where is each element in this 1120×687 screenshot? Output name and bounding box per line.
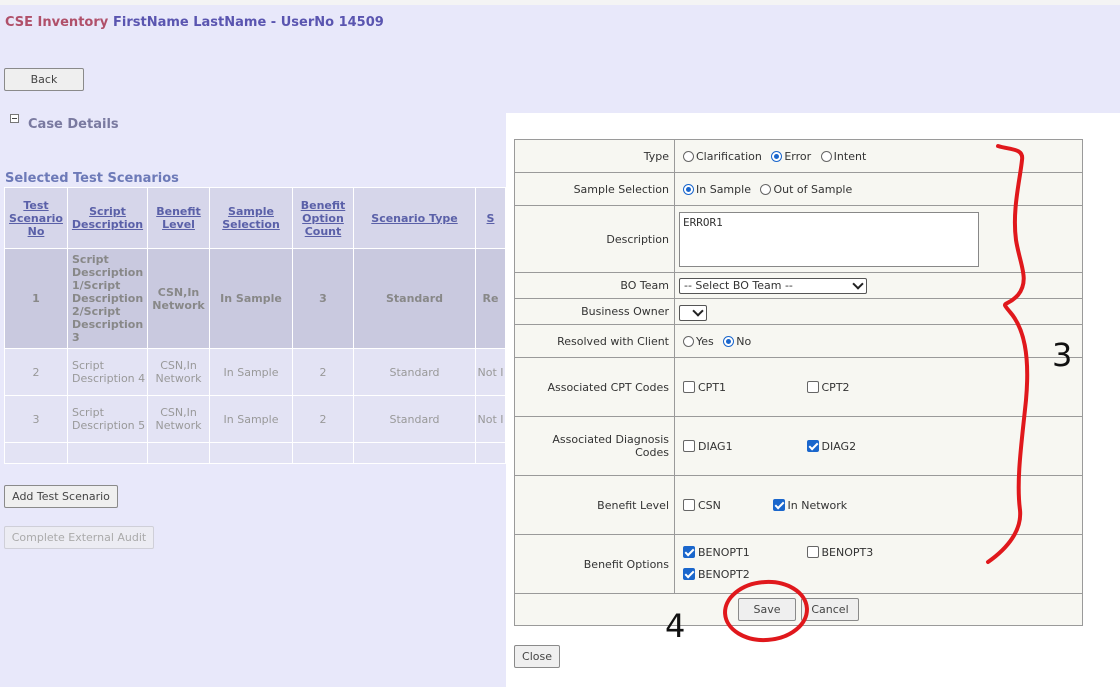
type-label: Type [514,139,675,173]
cell-sample: In Sample [209,348,293,396]
business-owner-select[interactable] [679,304,707,321]
annotation-marker-3: 3 [1052,336,1073,374]
bo-team-row: BO Team -- Select BO Team -- [514,272,1083,299]
cell-no: 2 [4,348,68,396]
business-owner-label: Business Owner [514,298,675,325]
col-header[interactable]: Scenario Type [353,187,476,249]
add-test-scenario-button[interactable]: Add Test Scenario [4,485,118,508]
cell-status: Re [475,248,506,349]
diag1-checkbox[interactable]: DIAG1 [683,439,803,453]
cell-type: Standard [353,248,476,349]
resolved-label: Resolved with Client [514,324,675,358]
cell-count: 3 [292,248,354,349]
table-row[interactable]: 3 Script Description 5 CSN,In Network In… [4,395,506,443]
type-option-clarification[interactable]: Clarification [683,150,762,163]
cancel-button[interactable]: Cancel [801,598,859,621]
sample-option-out[interactable]: Out of Sample [760,183,852,196]
cell-count: 2 [292,348,354,396]
cpt2-checkbox[interactable]: CPT2 [806,380,927,394]
resolved-option-no[interactable]: No [723,335,751,348]
in-network-checkbox[interactable]: In Network [772,498,893,512]
type-option-intent[interactable]: Intent [820,150,866,163]
cell-count: 2 [292,395,354,443]
cell-type: Standard [353,348,476,396]
sample-option-in[interactable]: In Sample [683,183,751,196]
app-title: CSE Inventory [5,15,109,30]
benefit-options-row: Benefit Options BENOPT1 BENOPT3 BENOPT2 [514,534,1083,594]
type-option-error[interactable]: Error [771,150,811,163]
selected-scenarios-title: Selected Test Scenarios [5,171,179,186]
collapse-icon[interactable] [10,114,19,123]
resolved-option-yes[interactable]: Yes [683,335,714,348]
col-header[interactable]: Sample Selection [209,187,293,249]
benopt3-checkbox[interactable]: BENOPT3 [806,542,927,564]
col-header[interactable]: Benefit Level [147,187,210,249]
cell-desc: Script Description 5 [67,395,148,443]
benefit-level-label: Benefit Level [514,475,675,535]
col-header[interactable]: S [475,187,506,249]
save-button[interactable]: Save [738,598,796,621]
scenarios-table: Test Scenario No Script Description Bene… [4,187,506,464]
bo-team-select[interactable]: -- Select BO Team -- [679,277,867,294]
chevron-down-icon [692,304,704,317]
cpt1-checkbox[interactable]: CPT1 [683,380,803,394]
col-header[interactable]: Script Description [67,187,148,249]
sample-row: Sample Selection In Sample Out of Sample [514,172,1083,206]
annotation-marker-4: 4 [665,607,686,645]
bo-team-label: BO Team [514,272,675,299]
cell-sample: In Sample [209,248,293,349]
table-row[interactable]: 2 Script Description 4 CSN,In Network In… [4,348,506,396]
diag2-checkbox[interactable]: DIAG2 [806,439,927,453]
back-button[interactable]: Back [4,68,84,91]
diag-label: Associated Diagnosis Codes [514,416,675,476]
table-row[interactable]: 1 Script Description 1/Script Descriptio… [4,248,506,349]
chevron-down-icon [852,277,864,290]
resolved-row: Resolved with Client Yes No [514,324,1083,358]
benopt1-checkbox[interactable]: BENOPT1 [683,542,803,564]
close-button[interactable]: Close [514,645,560,668]
cell-type: Standard [353,395,476,443]
table-header-row: Test Scenario No Script Description Bene… [4,187,506,249]
csn-checkbox[interactable]: CSN [683,498,769,512]
benefit-level-row: Benefit Level CSN In Network [514,475,1083,535]
cell-level: CSN,In Network [147,348,210,396]
description-row: Description ERROR1 [514,205,1083,273]
description-textarea[interactable]: ERROR1 [679,211,979,267]
cell-status: Not I [475,348,506,396]
cell-level: CSN,In Network [147,248,210,349]
description-label: Description [514,205,675,273]
diag-row: Associated Diagnosis Codes DIAG1 DIAG2 [514,416,1083,476]
cell-no: 1 [4,248,68,349]
cell-sample: In Sample [209,395,293,443]
cpt-row: Associated CPT Codes CPT1 CPT2 [514,357,1083,417]
cpt-label: Associated CPT Codes [514,357,675,417]
business-owner-row: Business Owner [514,298,1083,325]
error-form: Type Clarification Error Intent Sample S… [514,139,1083,626]
cell-level: CSN,In Network [147,395,210,443]
type-row: Type Clarification Error Intent [514,139,1083,173]
benopt2-checkbox[interactable]: BENOPT2 [683,564,803,586]
cell-no: 3 [4,395,68,443]
col-header[interactable]: Test Scenario No [4,187,68,249]
case-details-title: Case Details [28,117,119,132]
cell-status: Not I [475,395,506,443]
cell-desc: Script Description 4 [67,348,148,396]
benefit-options-label: Benefit Options [514,534,675,594]
col-header[interactable]: Benefit Option Count [292,187,354,249]
complete-external-audit-button: Complete External Audit [4,526,154,549]
sample-label: Sample Selection [514,172,675,206]
cell-desc: Script Description 1/Script Description … [67,248,148,349]
user-info: FirstName LastName - UserNo 14509 [113,15,384,30]
actions-row [514,593,1083,626]
table-row-empty [4,442,506,464]
